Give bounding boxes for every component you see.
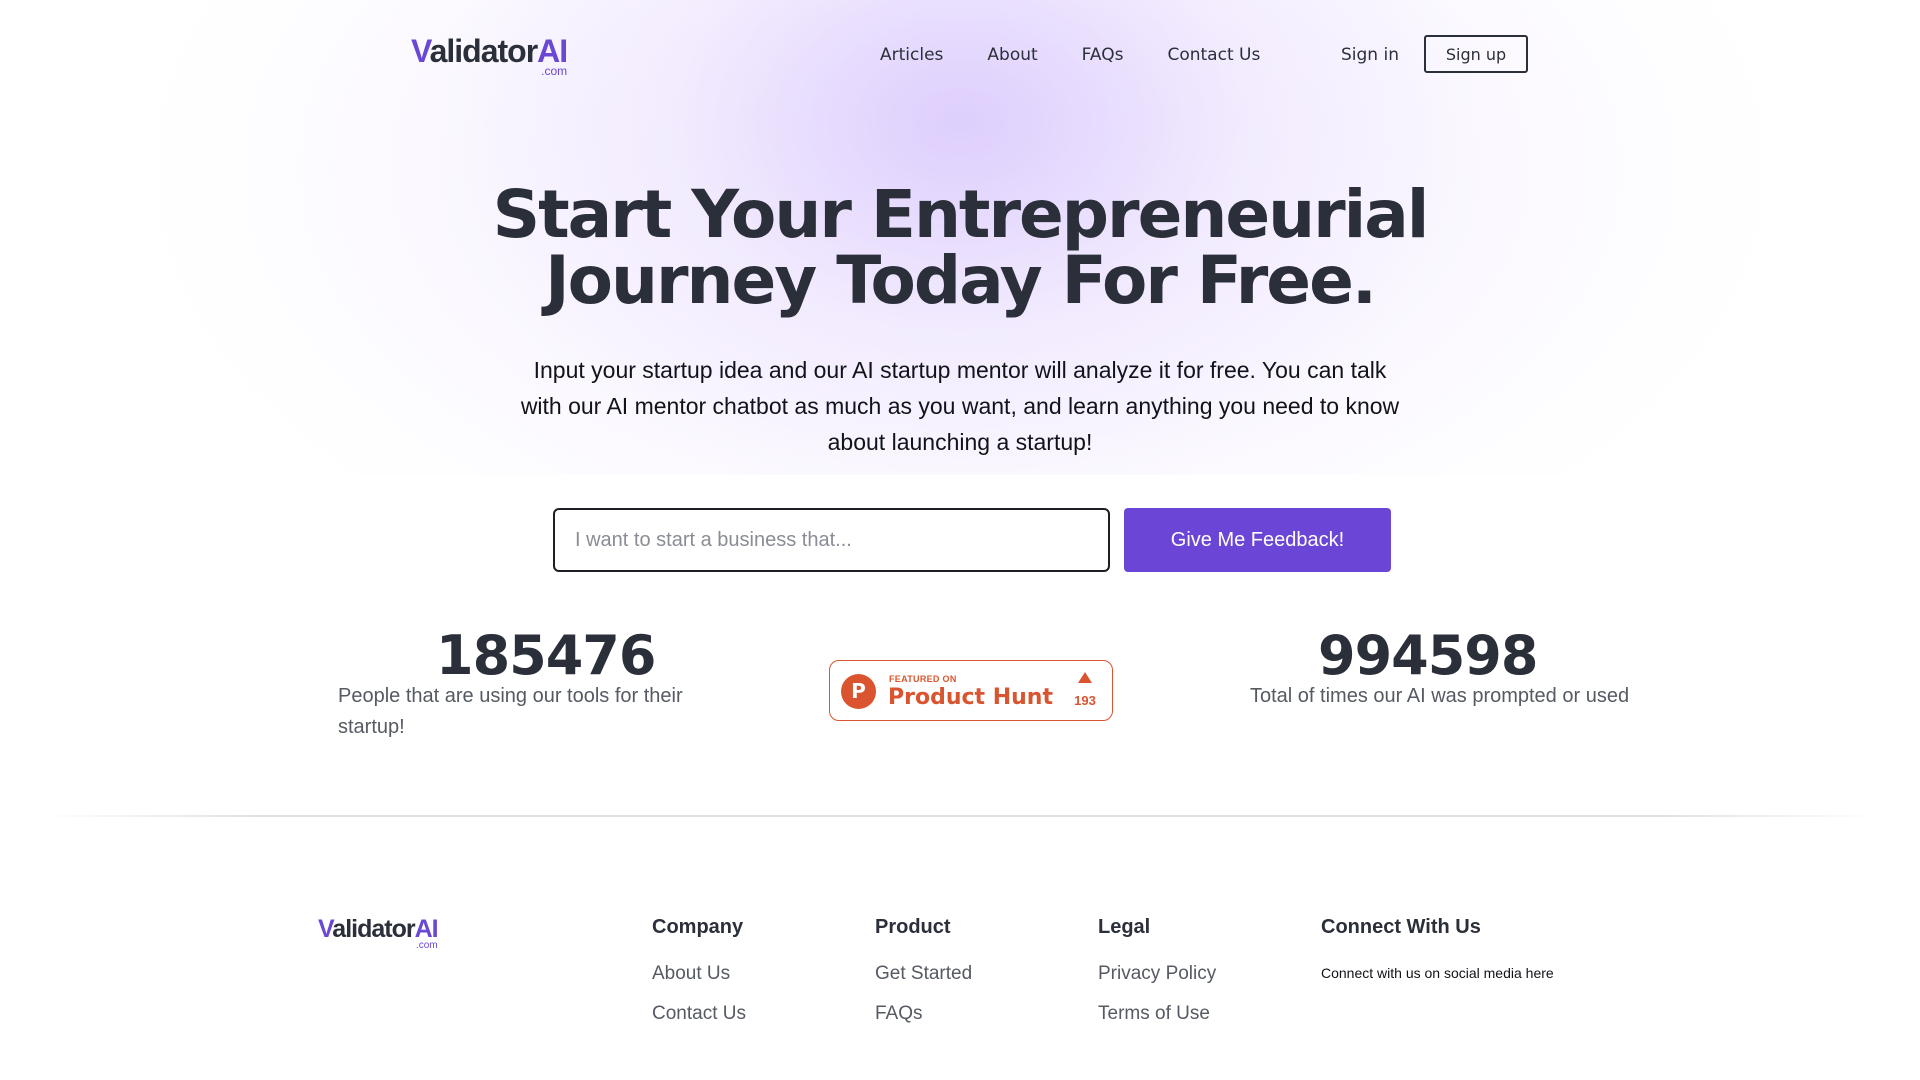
product-hunt-upvote-count: 193: [1074, 693, 1096, 708]
hero-headline: Start Your Entrepreneurial Journey Today…: [0, 182, 1920, 314]
footer-link-about-us[interactable]: About Us: [652, 962, 746, 986]
nav-link-about[interactable]: About: [987, 45, 1037, 65]
footer-heading-legal: Legal: [1098, 916, 1151, 938]
main-nav: Articles About FAQs Contact Us: [880, 45, 1304, 65]
footer-link-contact-us[interactable]: Contact Us: [652, 1002, 746, 1026]
nav-link-contact-us[interactable]: Contact Us: [1167, 45, 1260, 65]
footer-link-terms-of-use[interactable]: Terms of Use: [1098, 1002, 1216, 1026]
nav-link-faqs[interactable]: FAQs: [1082, 45, 1124, 65]
hero-subtext: Input your startup idea and our AI start…: [520, 357, 1400, 455]
footer-column-product: Product Get Started FAQs: [875, 912, 972, 1042]
users-count: 185476: [436, 624, 656, 687]
footer-divider: [40, 815, 1880, 817]
sign-up-button[interactable]: Sign up: [1424, 35, 1528, 73]
product-hunt-badge[interactable]: P FEATURED ON Product Hunt 193: [829, 660, 1113, 721]
footer-link-privacy-policy[interactable]: Privacy Policy: [1098, 962, 1216, 986]
product-hunt-logo-icon: P: [841, 674, 876, 709]
footer-social-note: Connect with us on social media here: [1321, 965, 1554, 981]
give-feedback-button[interactable]: Give Me Feedback!: [1124, 508, 1391, 572]
upvote-arrow-icon: [1078, 672, 1092, 683]
sign-in-link[interactable]: Sign in: [1341, 45, 1399, 65]
page: ValidatorAI .com Articles About FAQs Con…: [0, 0, 1920, 1080]
footer-heading-connect: Connect With Us: [1321, 916, 1481, 938]
nav-link-articles[interactable]: Articles: [880, 45, 943, 65]
footer-column-legal: Legal Privacy Policy Terms of Use: [1098, 912, 1216, 1042]
startup-idea-input[interactable]: [553, 508, 1110, 572]
footer-heading-company: Company: [652, 916, 744, 938]
users-count-label: People that are using our tools for thei…: [338, 685, 683, 738]
logo-wordmark: ValidatorAI: [318, 915, 439, 943]
logo-wordmark: ValidatorAI: [411, 33, 568, 69]
footer-heading-product: Product: [875, 916, 951, 938]
prompts-count-label: Total of times our AI was prompted or us…: [1250, 685, 1630, 707]
footer-link-get-started[interactable]: Get Started: [875, 962, 972, 986]
footer-logo[interactable]: ValidatorAI .com: [318, 915, 439, 951]
header-logo[interactable]: ValidatorAI .com: [411, 33, 568, 77]
hero-headline-line-2: Journey Today For Free.: [545, 242, 1377, 319]
product-hunt-featured-label: FEATURED ON: [889, 674, 957, 684]
product-hunt-name: Product Hunt: [888, 685, 1053, 710]
footer-link-faqs[interactable]: FAQs: [875, 1002, 972, 1026]
footer-column-connect: Connect With Us Connect with us on socia…: [1321, 912, 1554, 984]
prompts-count: 994598: [1318, 624, 1538, 687]
footer-column-company: Company About Us Contact Us: [652, 912, 746, 1042]
